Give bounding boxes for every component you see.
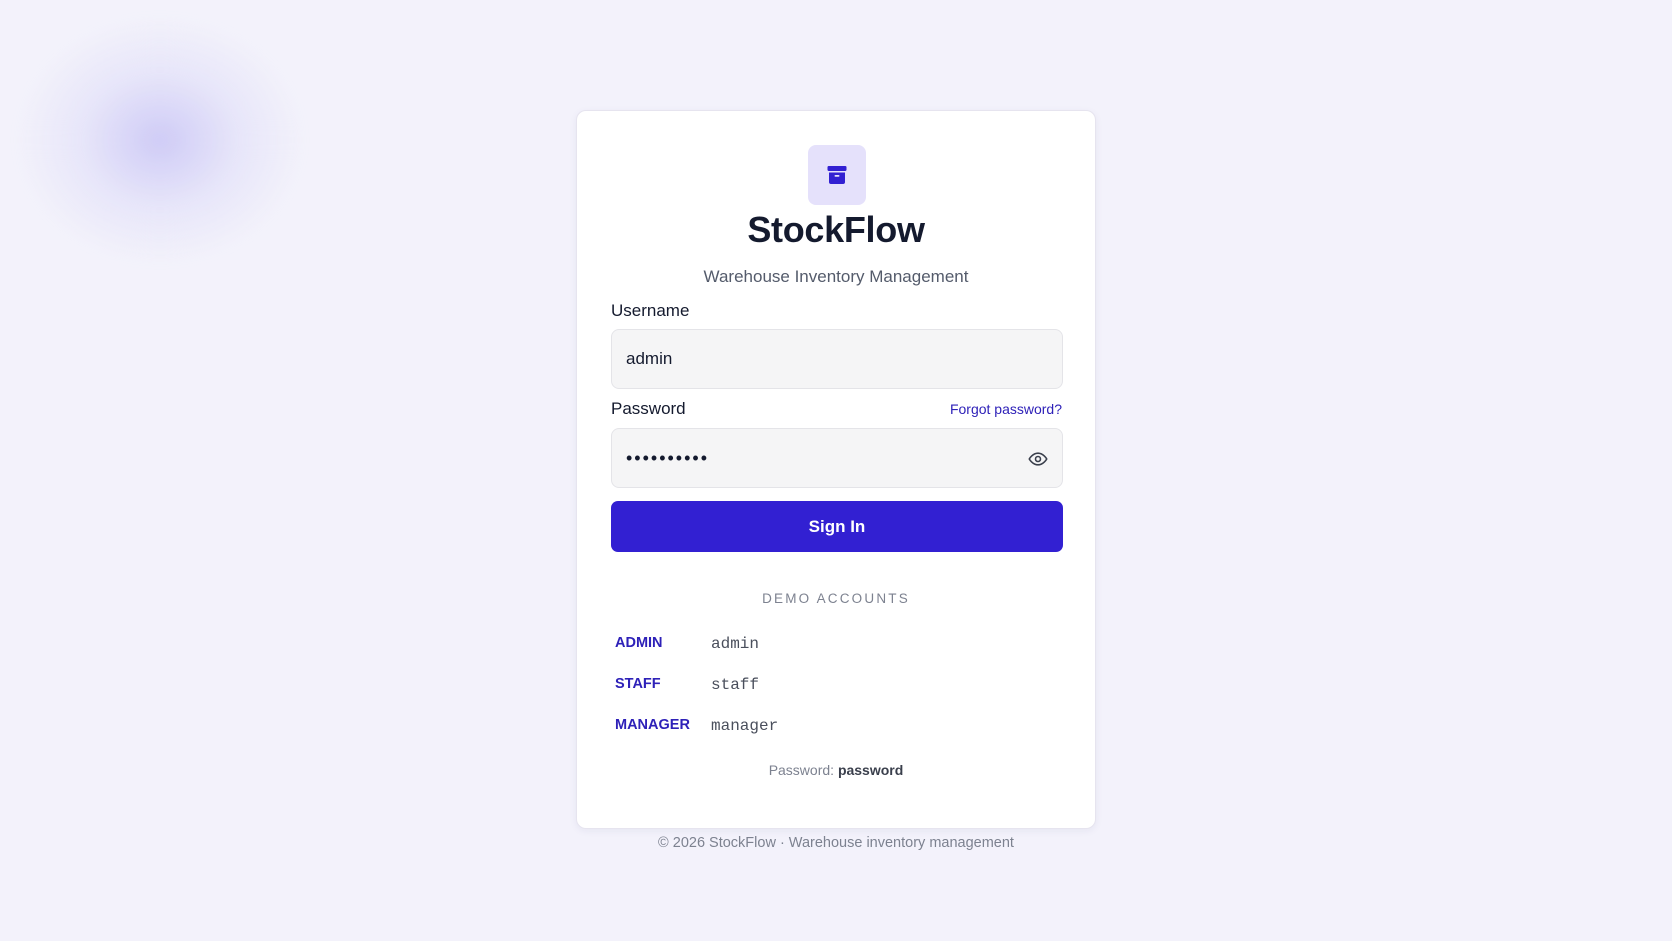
username-label: Username bbox=[611, 301, 690, 320]
demo-password-note: Password: password bbox=[577, 762, 1095, 778]
app-logo bbox=[808, 145, 866, 205]
background-glow bbox=[20, 20, 300, 260]
eye-icon[interactable] bbox=[1028, 449, 1048, 469]
footer-text: © 2026 StockFlow · Warehouse inventory m… bbox=[658, 835, 1014, 851]
password-label: Password bbox=[611, 399, 686, 418]
app-title: StockFlow bbox=[747, 209, 925, 250]
archive-box-icon bbox=[827, 166, 847, 184]
demo-account-role: STAFF bbox=[615, 676, 661, 692]
password-input[interactable] bbox=[626, 429, 1026, 487]
login-card: StockFlow Warehouse Inventory Management… bbox=[576, 110, 1096, 829]
demo-account-role: ADMIN bbox=[615, 635, 663, 651]
demo-password-value: password bbox=[837, 762, 904, 778]
username-input[interactable] bbox=[626, 330, 1026, 388]
password-field-wrapper bbox=[611, 428, 1063, 488]
sign-in-button[interactable]: Sign In bbox=[611, 501, 1063, 552]
username-field-wrapper bbox=[611, 329, 1063, 389]
app-tagline: Warehouse Inventory Management bbox=[703, 267, 969, 286]
demo-account-role: MANAGER bbox=[615, 717, 690, 733]
demo-password-prefix: Password: bbox=[768, 762, 835, 778]
forgot-password-link[interactable]: Forgot password? bbox=[950, 401, 1062, 417]
demo-accounts-heading: DEMO ACCOUNTS bbox=[762, 591, 910, 606]
demo-account-username: manager bbox=[711, 717, 779, 735]
demo-account-username: admin bbox=[711, 635, 760, 653]
demo-account-username: staff bbox=[711, 676, 760, 694]
